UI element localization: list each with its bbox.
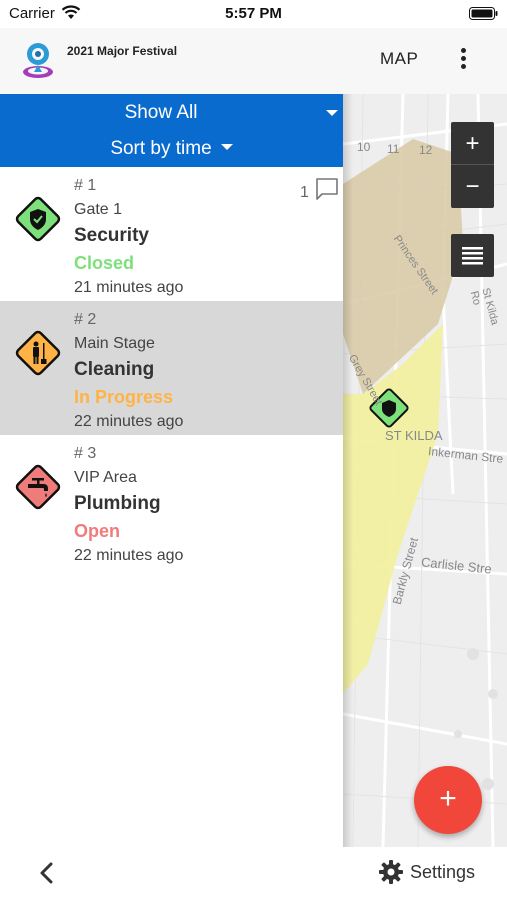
status-label: Open (74, 521, 121, 541)
status-label: Closed (74, 253, 135, 273)
zoom-in-button[interactable]: + (451, 122, 494, 165)
map-label: 10 (357, 140, 371, 154)
incident-type: Cleaning (74, 359, 155, 380)
caret-down-icon[interactable] (326, 110, 338, 116)
map-label: ST KILDA (385, 428, 443, 443)
time-ago: 22 minutes ago (74, 413, 184, 430)
plumbing-faucet-icon (15, 464, 61, 510)
festival-logo (23, 43, 53, 78)
app-bar: 2021 Major Festival MAP (0, 28, 507, 94)
incident-location: VIP Area (74, 469, 137, 486)
incident-type: Plumbing (74, 493, 161, 514)
time-ago: 22 minutes ago (74, 547, 184, 564)
incident-type: Security (74, 225, 149, 246)
comment-icon[interactable] (315, 177, 339, 201)
incident-row[interactable]: # 1 Gate 1 Security Closed 21 minutes ag… (0, 167, 343, 301)
more-options-icon[interactable] (455, 46, 471, 72)
cleaning-icon (15, 330, 61, 376)
show-all-dropdown[interactable]: Show All (0, 102, 322, 124)
incident-number: # 2 (74, 311, 97, 328)
incident-number: # 1 (74, 177, 97, 194)
gear-icon (379, 860, 403, 884)
bottom-bar: Settings (0, 847, 507, 900)
list-icon (462, 247, 483, 265)
incident-location: Main Stage (74, 335, 155, 352)
sort-label: Sort by time (110, 138, 212, 159)
status-bar: Carrier 5:57 PM (0, 0, 507, 28)
settings-label: Settings (410, 862, 476, 882)
map-label: 11 (387, 142, 400, 156)
comment-count: 1 (300, 184, 309, 201)
filter-bar: Show All Sort by time (0, 94, 343, 167)
incident-list: # 1 Gate 1 Security Closed 21 minutes ag… (0, 167, 343, 847)
app-title: 2021 Major Festival (67, 44, 178, 58)
clock: 5:57 PM (225, 5, 282, 22)
zoom-out-button[interactable]: − (451, 165, 494, 208)
status-label: In Progress (74, 387, 174, 407)
layers-button[interactable] (451, 234, 494, 277)
caret-down-icon (220, 143, 233, 150)
map-label: 12 (419, 143, 433, 157)
battery-icon (469, 7, 498, 20)
time-ago: 21 minutes ago (74, 279, 184, 296)
sort-dropdown[interactable]: Sort by time (0, 138, 343, 160)
zoom-control: + − (451, 122, 494, 208)
add-incident-button[interactable]: + (414, 766, 482, 834)
back-chevron-icon[interactable] (35, 861, 59, 885)
settings-button[interactable]: Settings (378, 859, 488, 887)
incident-row[interactable]: # 2 Main Stage Cleaning In Progress 22 m… (0, 301, 343, 435)
plus-icon: + (439, 782, 457, 815)
panel-shadow (343, 94, 353, 847)
map-button[interactable]: MAP (380, 49, 418, 69)
incident-number: # 3 (74, 445, 97, 462)
incident-row[interactable]: # 3 VIP Area Plumbing Open 22 minutes ag… (0, 435, 343, 569)
incident-location: Gate 1 (74, 201, 123, 218)
security-shield-icon (15, 196, 61, 242)
